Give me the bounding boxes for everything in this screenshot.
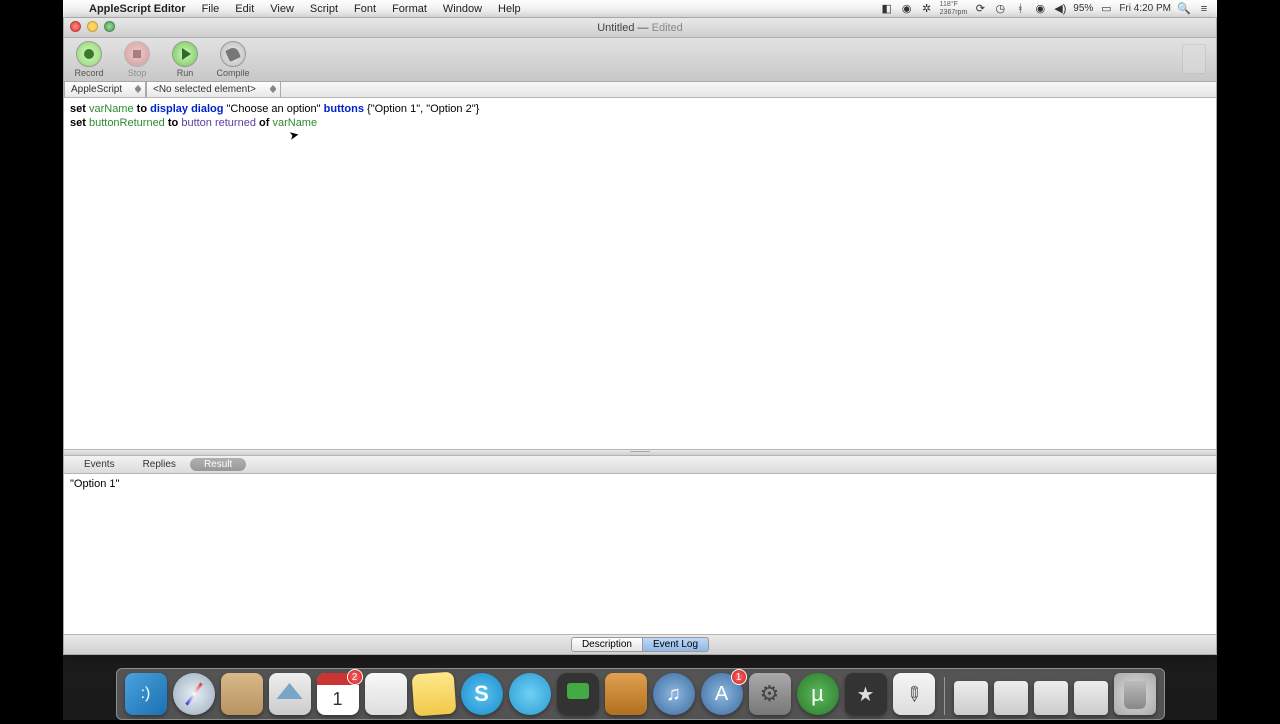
description-button[interactable]: Description (571, 637, 643, 652)
window-title: Untitled — Edited (597, 22, 683, 34)
clock[interactable]: Fri 4:20 PM (1119, 3, 1171, 14)
record-icon (76, 41, 102, 67)
menu-font[interactable]: Font (346, 3, 384, 15)
run-icon (172, 41, 198, 67)
code-line: set buttonReturned to button returned of… (70, 116, 1210, 130)
dock-stack-icon[interactable] (1074, 681, 1108, 715)
code-line: set varName to display dialog "Choose an… (70, 102, 1210, 116)
result-pane[interactable]: "Option 1" (64, 474, 1216, 634)
dock-applescript-editor-icon[interactable] (893, 673, 935, 715)
dock-trash-icon[interactable] (1114, 673, 1156, 715)
bluetooth-icon[interactable]: ᚼ (1013, 2, 1027, 16)
menubar: AppleScript Editor File Edit View Script… (63, 0, 1217, 18)
compile-icon (220, 41, 246, 67)
menu-view[interactable]: View (262, 3, 302, 15)
dock-utorrent-icon[interactable] (797, 673, 839, 715)
tab-events[interactable]: Events (70, 458, 129, 471)
tab-result[interactable]: Result (190, 458, 246, 471)
dock-messages-icon[interactable] (509, 673, 551, 715)
splitter-handle[interactable] (64, 450, 1216, 456)
spotlight-icon[interactable]: 🔍 (1177, 2, 1191, 16)
fan-icon[interactable]: ✲ (920, 2, 934, 16)
badge: 1 (731, 669, 747, 685)
editor-window: Untitled — Edited Record Stop Run Compil… (63, 18, 1217, 655)
menu-edit[interactable]: Edit (227, 3, 262, 15)
desktop: AppleScript Editor File Edit View Script… (63, 0, 1217, 720)
menu-help[interactable]: Help (490, 3, 529, 15)
tab-replies[interactable]: Replies (129, 458, 190, 471)
run-button[interactable]: Run (166, 41, 204, 78)
dock-facetime-icon[interactable] (557, 673, 599, 715)
dock-stack-icon[interactable] (1034, 681, 1068, 715)
language-select[interactable]: AppleScript (64, 82, 146, 97)
menu-extra-icon[interactable]: ◉ (900, 2, 914, 16)
eventlog-button[interactable]: Event Log (643, 637, 709, 652)
menu-window[interactable]: Window (435, 3, 490, 15)
timemachine-icon[interactable]: ◷ (993, 2, 1007, 16)
minimize-button[interactable] (87, 21, 98, 32)
mouse-cursor-icon: ➤ (288, 127, 300, 143)
document-proxy-icon[interactable] (1182, 44, 1206, 74)
dock-mail-icon[interactable] (269, 673, 311, 715)
menu-extra-icon[interactable]: ◧ (880, 2, 894, 16)
dock-contacts-icon[interactable] (221, 673, 263, 715)
menu-script[interactable]: Script (302, 3, 346, 15)
close-button[interactable] (70, 21, 81, 32)
toolbar: Record Stop Run Compile (64, 38, 1216, 82)
dock: 2 1 (63, 655, 1217, 720)
app-name[interactable]: AppleScript Editor (81, 3, 194, 15)
bottom-bar: Description Event Log (64, 634, 1216, 654)
element-select[interactable]: <No selected element> (146, 82, 281, 97)
stop-icon (124, 41, 150, 67)
compile-button[interactable]: Compile (214, 41, 252, 78)
dock-skype-icon[interactable] (461, 673, 503, 715)
battery-icon[interactable]: ▭ (1099, 2, 1113, 16)
nav-bar: AppleScript <No selected element> (64, 82, 1216, 98)
dock-iphoto-icon[interactable] (605, 673, 647, 715)
temp-readout: 118°F2367rpm (940, 1, 968, 17)
result-tabs: Events Replies Result (64, 456, 1216, 474)
menu-format[interactable]: Format (384, 3, 435, 15)
stop-button[interactable]: Stop (118, 41, 156, 78)
badge: 2 (347, 669, 363, 685)
dock-reminders-icon[interactable] (365, 673, 407, 715)
dock-imovie-icon[interactable] (845, 673, 887, 715)
dock-calendar-icon[interactable]: 2 (317, 673, 359, 715)
dock-notes-icon[interactable] (411, 672, 456, 717)
battery-percent: 95% (1073, 3, 1093, 14)
record-button[interactable]: Record (70, 41, 108, 78)
wifi-icon[interactable]: ◉ (1033, 2, 1047, 16)
dock-preferences-icon[interactable] (749, 673, 791, 715)
code-editor[interactable]: set varName to display dialog "Choose an… (64, 98, 1216, 450)
dock-stack-icon[interactable] (994, 681, 1028, 715)
dock-separator (944, 677, 945, 715)
zoom-button[interactable] (104, 21, 115, 32)
notification-center-icon[interactable]: ≡ (1197, 2, 1211, 16)
titlebar[interactable]: Untitled — Edited (64, 18, 1216, 38)
menu-file[interactable]: File (194, 3, 228, 15)
sync-icon[interactable]: ⟳ (973, 2, 987, 16)
dock-shelf: 2 1 (116, 668, 1165, 720)
dock-itunes-icon[interactable] (653, 673, 695, 715)
volume-icon[interactable]: ◀) (1053, 2, 1067, 16)
dock-finder-icon[interactable] (125, 673, 167, 715)
dock-safari-icon[interactable] (173, 673, 215, 715)
result-text: "Option 1" (70, 478, 119, 490)
dock-appstore-icon[interactable]: 1 (701, 673, 743, 715)
dock-stack-icon[interactable] (954, 681, 988, 715)
